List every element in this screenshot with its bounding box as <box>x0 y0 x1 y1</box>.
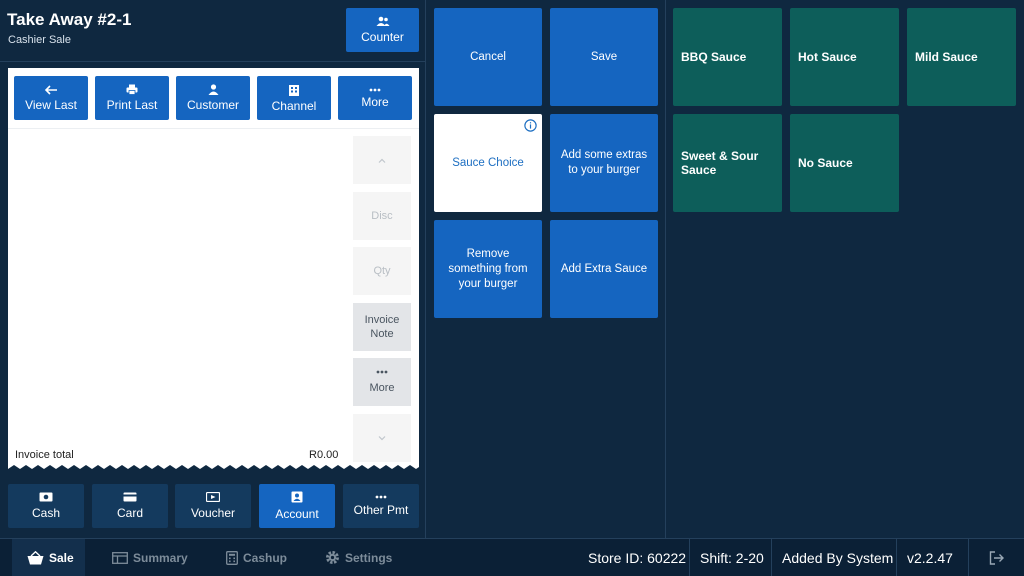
nav-cashup[interactable]: Cashup <box>226 539 287 576</box>
cash-label: Cash <box>31 506 60 520</box>
basket-icon <box>27 550 44 564</box>
arrow-left-icon <box>44 84 57 95</box>
toolbar-divider <box>8 128 419 129</box>
sauce-tile-hot[interactable]: Hot Sauce <box>790 8 899 106</box>
nav-cashup-label: Cashup <box>243 550 288 565</box>
remove-ingredient-tile[interactable]: Remove something from your burger <box>434 220 542 318</box>
sauce-tile-sweet-sour[interactable]: Sweet & Sour Sauce <box>673 114 782 212</box>
invoice-total-value: R0.00 <box>309 449 339 461</box>
building-icon <box>289 84 299 96</box>
account-label: Account <box>275 507 319 521</box>
table-icon <box>112 551 128 564</box>
customer-label: Customer <box>186 98 239 112</box>
qty-button[interactable]: Qty <box>353 247 411 295</box>
sauce-label: Mild Sauce <box>915 50 978 64</box>
person-icon <box>208 84 218 95</box>
save-label: Save <box>590 50 618 63</box>
account-button[interactable]: Account <box>259 484 335 528</box>
counter-label: Counter <box>361 30 404 44</box>
dots-icon <box>375 495 387 499</box>
nav-summary-label: Summary <box>133 550 188 565</box>
voucher-button[interactable]: Voucher <box>175 484 251 528</box>
card-icon <box>123 492 137 502</box>
account-icon <box>291 491 303 503</box>
add-extras-tile[interactable]: Add some extras to your burger <box>550 114 658 212</box>
voucher-label: Voucher <box>190 506 236 520</box>
dots-icon <box>376 370 388 374</box>
invoice-note-button[interactable]: Invoice Note <box>353 303 411 351</box>
receipt-panel: View Last Print Last Customer Channel Mo… <box>8 68 419 473</box>
qty-label: Qty <box>373 265 391 277</box>
sauce-choice-tile[interactable]: Sauce Choice <box>434 114 542 212</box>
nav-sale[interactable]: Sale <box>12 539 85 576</box>
scroll-up-button[interactable] <box>353 136 411 184</box>
more-side-button[interactable]: More <box>353 358 411 406</box>
page-subtitle: Cashier Sale <box>8 34 71 46</box>
disc-button[interactable]: Disc <box>353 192 411 240</box>
card-label: Card <box>116 506 143 520</box>
scroll-down-button[interactable] <box>353 414 411 462</box>
receipt-zigzag-edge <box>8 465 419 473</box>
chevron-up-icon <box>378 158 386 163</box>
nav-settings[interactable]: Settings <box>325 539 392 576</box>
nav-summary[interactable]: Summary <box>112 539 188 576</box>
printer-icon <box>126 84 138 95</box>
cancel-button[interactable]: Cancel <box>434 8 542 106</box>
other-payment-button[interactable]: Other Pmt <box>343 484 419 528</box>
nav-sale-label: Sale <box>49 550 74 565</box>
customer-button[interactable]: Customer <box>176 76 250 120</box>
more-toolbar-label: More <box>361 94 389 109</box>
view-last-button[interactable]: View Last <box>14 76 88 120</box>
cash-button[interactable]: Cash <box>8 484 84 528</box>
add-extra-sauce-tile[interactable]: Add Extra Sauce <box>550 220 658 318</box>
save-button[interactable]: Save <box>550 8 658 106</box>
info-icon[interactable] <box>524 119 537 132</box>
users-icon <box>376 16 389 26</box>
channel-label: Channel <box>271 98 317 113</box>
shift-number: Shift: 2-20 <box>689 539 774 576</box>
more-side-label: More <box>369 382 395 394</box>
column-divider <box>665 0 666 538</box>
gear-icon <box>326 551 339 564</box>
sauce-label: BBQ Sauce <box>681 50 747 64</box>
sauce-tile-bbq[interactable]: BBQ Sauce <box>673 8 782 106</box>
bottom-bar: Sale Summary Cashup Settings Store ID: 6… <box>0 538 1024 576</box>
cash-icon <box>39 492 53 502</box>
voucher-icon <box>206 492 220 502</box>
print-last-button[interactable]: Print Last <box>95 76 169 120</box>
invoice-total-label: Invoice total <box>15 449 74 461</box>
invoice-note-label-line2: Note <box>370 328 394 340</box>
counter-button[interactable]: Counter <box>346 8 419 52</box>
nav-settings-label: Settings <box>345 550 393 565</box>
card-button[interactable]: Card <box>92 484 168 528</box>
page-title: Take Away #2-1 <box>7 10 132 29</box>
sauce-tile-none[interactable]: No Sauce <box>790 114 899 212</box>
app-version: v2.2.47 <box>896 539 963 576</box>
channel-button[interactable]: Channel <box>257 76 331 120</box>
cancel-label: Cancel <box>470 50 506 63</box>
print-last-label: Print Last <box>106 98 158 112</box>
add-extra-sauce-label: Add Extra Sauce <box>560 262 648 275</box>
calculator-icon <box>226 550 238 565</box>
sauce-choice-label: Sauce Choice <box>452 156 524 169</box>
add-extras-label: Add some extras to your burger <box>560 149 648 176</box>
column-divider <box>425 0 426 538</box>
more-toolbar-button[interactable]: More <box>338 76 412 120</box>
sauce-label: Hot Sauce <box>798 50 857 64</box>
added-by: Added By System <box>771 539 903 576</box>
sauce-label: Sweet & Sour Sauce <box>681 149 759 177</box>
other-payment-label: Other Pmt <box>353 503 409 517</box>
sauce-tile-mild[interactable]: Mild Sauce <box>907 8 1016 106</box>
disc-label: Disc <box>371 210 393 222</box>
view-last-label: View Last <box>25 97 77 112</box>
invoice-note-label-line1: Invoice <box>364 314 400 326</box>
chevron-down-icon <box>378 435 386 440</box>
logout-icon <box>989 550 1004 565</box>
logout-button[interactable] <box>968 539 1024 576</box>
store-id: Store ID: 60222 <box>588 549 687 566</box>
remove-ingredient-label: Remove something from your burger <box>448 247 528 290</box>
dots-icon <box>369 88 381 91</box>
sauce-label: No Sauce <box>798 156 853 170</box>
header-divider <box>0 61 425 62</box>
